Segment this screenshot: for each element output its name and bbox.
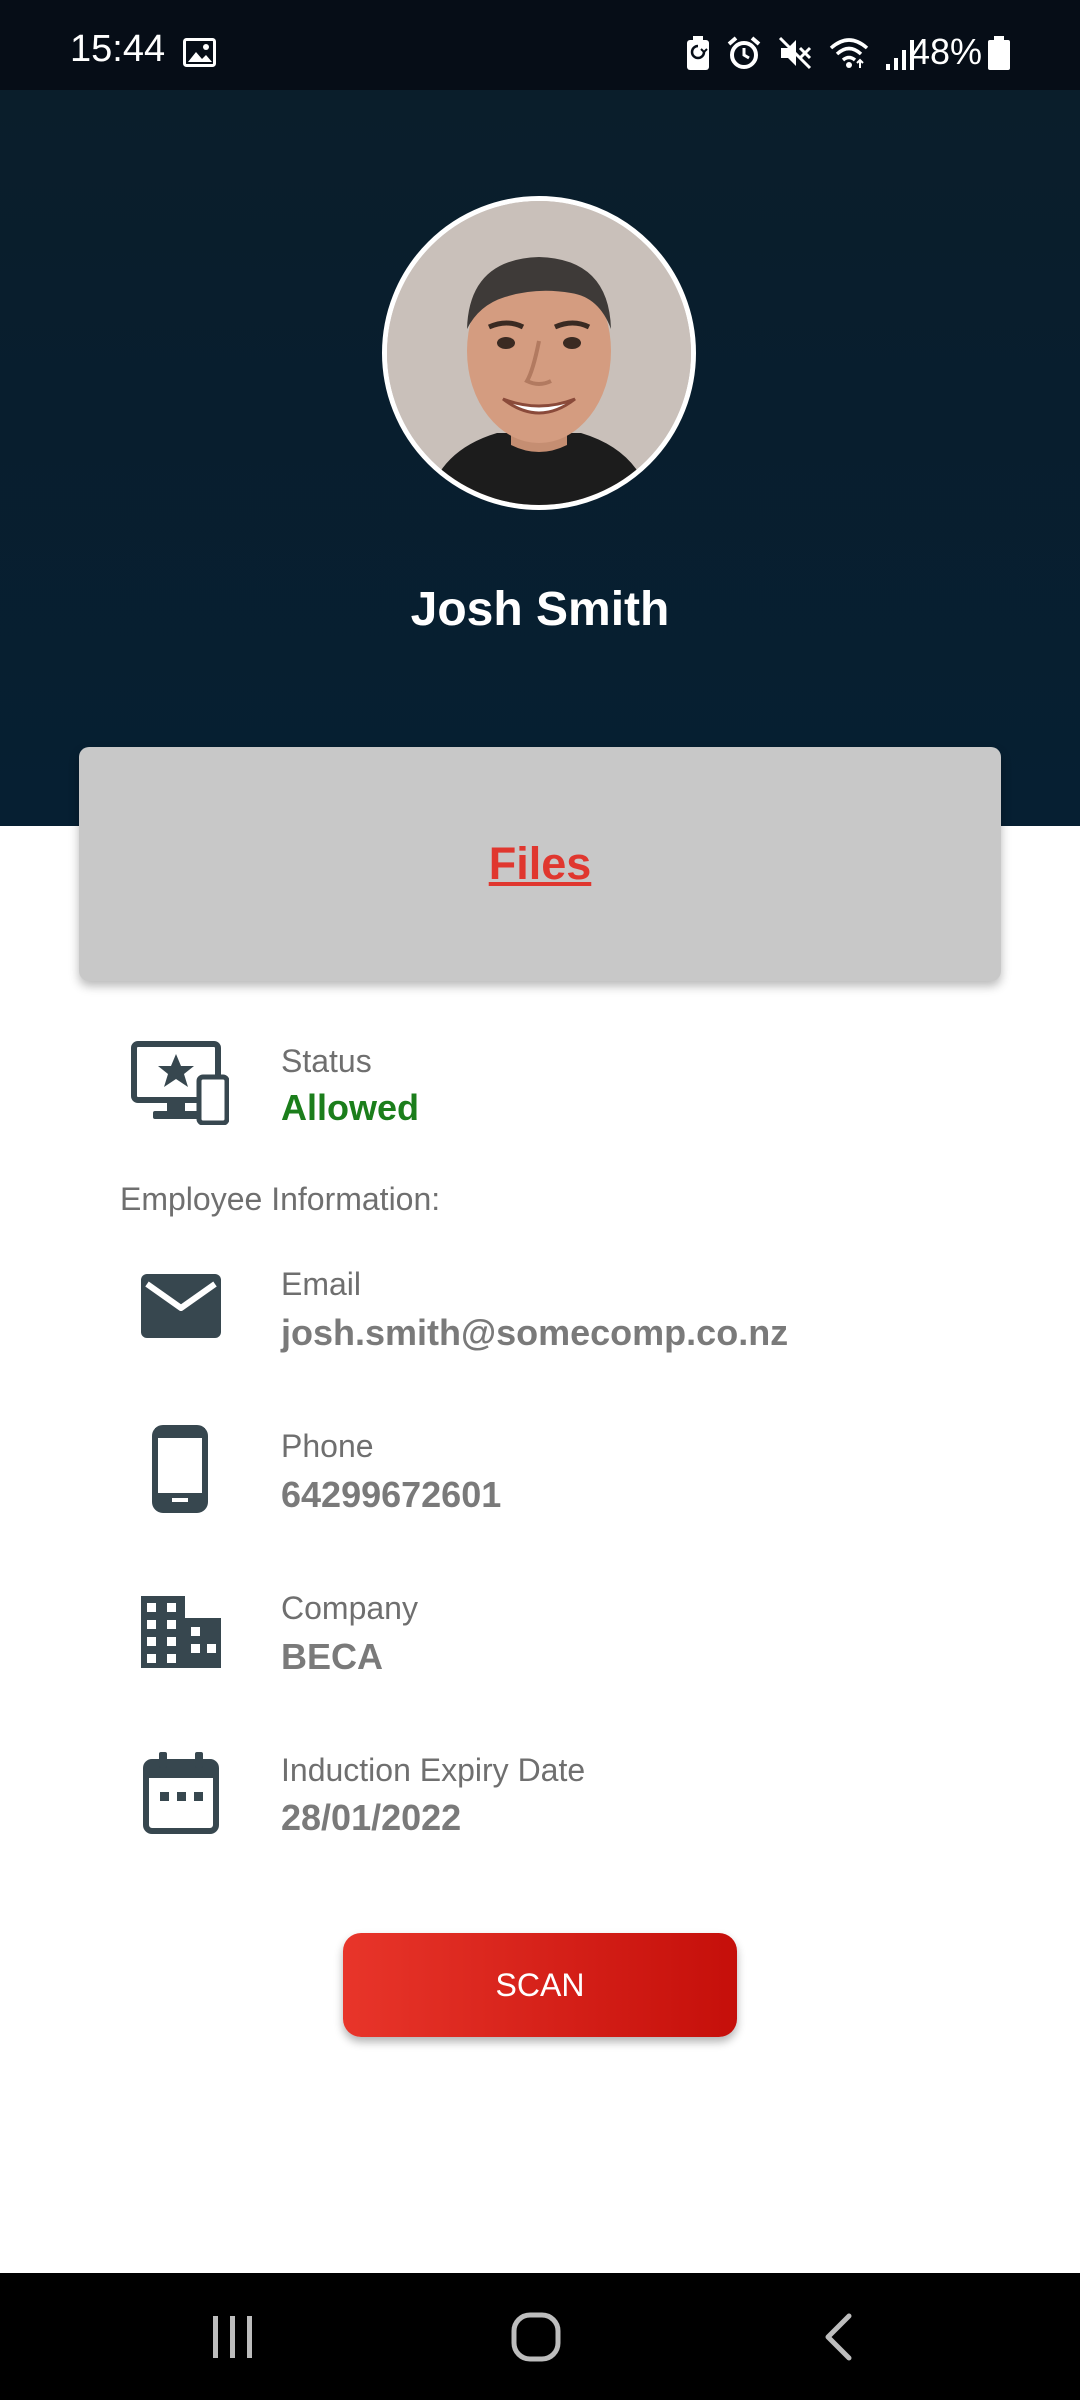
- status-time: 15:44: [70, 28, 166, 70]
- status-label: Status: [281, 1043, 372, 1079]
- email-value: josh.smith@somecomp.co.nz: [281, 1312, 789, 1353]
- company-value: BECA: [281, 1636, 384, 1677]
- devices-star-icon: [131, 1041, 229, 1125]
- battery-percent: 48%: [910, 31, 983, 72]
- phone-label: Phone: [281, 1428, 374, 1464]
- user-name: Josh Smith: [410, 583, 670, 636]
- email-icon: [141, 1274, 221, 1338]
- mute-icon: [778, 36, 812, 70]
- phone-value: 64299672601: [281, 1474, 502, 1515]
- alarm-icon: [727, 36, 761, 69]
- profile-header: Josh Smith: [0, 90, 1080, 826]
- home-button[interactable]: [456, 2273, 616, 2400]
- status-bar: 15:44 48%: [0, 0, 1080, 90]
- wifi-icon: [829, 38, 869, 68]
- calendar-icon: [143, 1752, 219, 1834]
- profile-photo: [387, 201, 691, 505]
- battery-icon: [988, 36, 1010, 70]
- files-link[interactable]: Files: [489, 838, 592, 890]
- company-label: Company: [281, 1590, 418, 1626]
- gallery-icon: [183, 38, 216, 67]
- battery-saver-icon: [687, 36, 709, 70]
- email-label: Email: [281, 1266, 362, 1302]
- induction-expiry-value: 28/01/2022: [281, 1797, 462, 1838]
- phone-icon: [152, 1425, 208, 1513]
- scan-button[interactable]: SCAN: [343, 1933, 737, 2037]
- status-icons: [686, 35, 916, 71]
- files-card[interactable]: Files: [79, 747, 1001, 981]
- back-button[interactable]: [758, 2273, 918, 2400]
- building-icon: [141, 1596, 221, 1668]
- employee-info-heading: Employee Information:: [120, 1181, 441, 1217]
- back-icon: [825, 2313, 852, 2360]
- induction-expiry-label: Induction Expiry Date: [281, 1752, 586, 1788]
- avatar: [382, 196, 696, 510]
- home-icon: [511, 2312, 561, 2361]
- status-value: Allowed: [281, 1087, 420, 1128]
- recents-button[interactable]: [153, 2273, 313, 2400]
- navigation-bar: [0, 2273, 1080, 2400]
- recents-icon: [213, 2315, 252, 2358]
